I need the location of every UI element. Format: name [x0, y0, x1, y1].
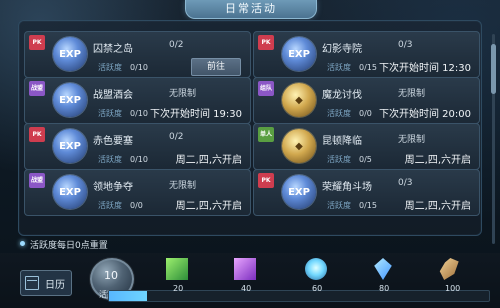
diamond-icon	[374, 258, 392, 280]
schedule-text: 周二,四,六开启	[175, 201, 242, 212]
gold-icon: ◆	[282, 83, 316, 117]
activity-count: 0/2	[169, 40, 184, 50]
pk-badge: PK	[29, 35, 45, 50]
green-relic-icon	[166, 258, 188, 280]
activity-score: 活跃度 0/10	[98, 155, 148, 164]
activity-card-6[interactable]: 单人 ◆ 昆顿降临 无限制 活跃度 0/5 周二,四,六开启	[253, 123, 480, 170]
activity-count: 无限制	[398, 89, 426, 99]
schedule-text: 周二,四,六开启	[175, 155, 242, 166]
calendar-icon	[25, 276, 39, 290]
activity-card-1[interactable]: PK EXP 囚禁之岛 0/2 活跃度 0/10 前往	[24, 31, 251, 78]
reward-100[interactable]: 100	[432, 258, 466, 293]
scrollbar-thumb[interactable]	[491, 44, 496, 94]
exp-icon: EXP	[53, 129, 87, 163]
reward-60[interactable]: 60	[299, 258, 333, 293]
exp-icon: EXP	[282, 37, 316, 71]
calendar-button[interactable]: 日历	[20, 270, 72, 296]
schedule-text: 下次开始时间 19:30	[150, 109, 242, 120]
schedule-text: 下次开始时间 12:30	[379, 63, 471, 74]
gold-icon: ◆	[282, 129, 316, 163]
calendar-label: 日历	[45, 280, 65, 291]
exp-icon: EXP	[282, 175, 316, 209]
activity-card-7[interactable]: 战盟 EXP 领地争夺 无限制 活跃度 0/0 周二,四,六开启	[24, 169, 251, 216]
reward-value: 40	[241, 284, 252, 293]
activity-name: 战盟酒会	[93, 90, 133, 101]
solo-badge: 单人	[258, 127, 274, 142]
reward-value: 20	[173, 284, 184, 293]
activity-name: 幻影寺院	[322, 44, 362, 55]
team-badge: 战盟	[29, 81, 45, 96]
activity-score: 活跃度 0/10	[98, 63, 148, 72]
reward-80[interactable]: 80	[366, 258, 400, 293]
activity-card-3[interactable]: 战盟 EXP 战盟酒会 无限制 活跃度 0/10 下次开始时间 19:30	[24, 77, 251, 124]
activity-count: 无限制	[169, 181, 197, 191]
daily-reset-note: 活跃度每日0点重置	[20, 238, 108, 251]
activity-count: 无限制	[169, 89, 197, 99]
exp-icon: EXP	[53, 175, 87, 209]
window-title: 日常活动	[185, 0, 317, 19]
activity-score: 活跃度 0/15	[327, 201, 377, 210]
schedule-text: 下次开始时间 20:00	[379, 109, 471, 120]
activity-count: 无限制	[398, 135, 426, 145]
reward-value: 60	[312, 284, 323, 293]
scroll-icon	[439, 258, 459, 280]
activity-card-2[interactable]: PK EXP 幻影寺院 0/3 活跃度 0/15 下次开始时间 12:30	[253, 31, 480, 78]
activity-score: 活跃度 0/0	[98, 201, 143, 210]
activity-score: 活跃度 0/5	[327, 155, 372, 164]
activity-count: 0/2	[169, 132, 184, 142]
activity-card-5[interactable]: PK EXP 赤色要塞 0/2 活跃度 0/10 周二,四,六开启	[24, 123, 251, 170]
go-button[interactable]: 前往	[191, 58, 241, 76]
pk-badge: PK	[258, 173, 274, 188]
orb-icon	[305, 258, 327, 280]
activity-count: 0/3	[398, 40, 413, 50]
activity-score: 活跃度 0/15	[327, 63, 377, 72]
activity-progress-fill	[109, 291, 147, 301]
activity-name: 赤色要塞	[93, 136, 133, 147]
purple-relic-icon	[234, 258, 256, 280]
exp-icon: EXP	[53, 37, 87, 71]
team-badge: 战盟	[29, 173, 45, 188]
activity-count: 0/3	[398, 178, 413, 188]
reward-20[interactable]: 20	[160, 258, 194, 293]
reward-40[interactable]: 40	[228, 258, 262, 293]
activity-card-4[interactable]: 组队 ◆ 魔龙讨伐 无限制 活跃度 0/0 下次开始时间 20:00	[253, 77, 480, 124]
pk-badge: PK	[258, 35, 274, 50]
activity-score: 活跃度 0/10	[98, 109, 148, 118]
team-badge: 组队	[258, 81, 274, 96]
activity-name: 魔龙讨伐	[322, 90, 362, 101]
activity-name: 荣耀角斗场	[322, 182, 372, 193]
activity-score-value: 10	[104, 269, 118, 282]
exp-icon: EXP	[53, 83, 87, 117]
schedule-text: 周二,四,六开启	[404, 155, 471, 166]
activity-name: 囚禁之岛	[93, 44, 133, 55]
pk-badge: PK	[29, 127, 45, 142]
reward-value: 100	[445, 284, 461, 293]
reward-value: 80	[379, 284, 390, 293]
activity-name: 领地争夺	[93, 182, 133, 193]
activity-score: 活跃度 0/0	[327, 109, 372, 118]
activity-progress	[108, 290, 490, 302]
activity-name: 昆顿降临	[322, 136, 362, 147]
activity-card-8[interactable]: PK EXP 荣耀角斗场 0/3 活跃度 0/15 周二,四,六开启	[253, 169, 480, 216]
schedule-text: 周二,四,六开启	[404, 201, 471, 212]
